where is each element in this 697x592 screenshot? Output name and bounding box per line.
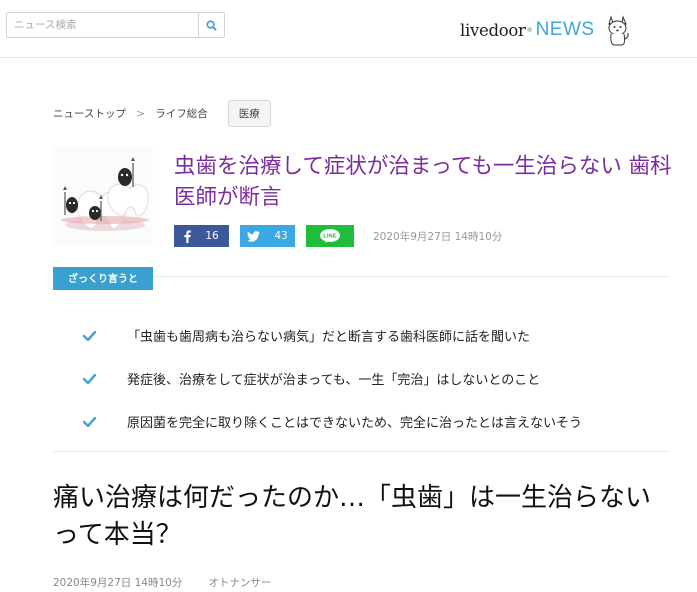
checkmark-icon <box>82 373 97 385</box>
logo-news-text: NEWS <box>535 19 595 40</box>
body-date: 2020年9月27日 14時10分 <box>53 577 183 589</box>
breadcrumb: ニューストップ > ライフ総合 医療 <box>53 99 271 127</box>
logo-livedoor-text: livedoor <box>460 20 526 40</box>
checkmark-icon <box>82 416 97 428</box>
dog-mascot-icon <box>607 15 629 46</box>
summary-point-text: 「虫歯も歯周病も治らない病気」だと断言する歯科医師に話を聞いた <box>127 330 531 345</box>
article-thumbnail[interactable] <box>53 147 153 246</box>
share-buttons: 16 43 LINE <box>174 225 354 247</box>
twitter-bird-icon <box>247 230 261 242</box>
breadcrumb-item-life[interactable]: ライフ総合 <box>155 106 208 121</box>
search-input[interactable] <box>7 13 198 37</box>
logo-registered-mark: ® <box>526 26 533 34</box>
body-heading: 痛い治療は何だったのか…「虫歯」は一生治らないって本当？ <box>53 483 652 550</box>
list-item: 「虫歯も歯周病も治らない病気」だと断言する歯科医師に話を聞いた <box>82 314 582 357</box>
list-item: 原因菌を完全に取り除くことはできないため、完全に治ったとは言えないそう <box>82 400 583 443</box>
list-item: 発症後、治療をして症状が治まっても、一生「完治」はしないとのこと <box>82 357 582 400</box>
breadcrumb-separator: > <box>135 106 146 120</box>
search-icon <box>206 19 217 31</box>
tooth-germs-illustration <box>53 147 153 246</box>
summary-points: 「虫歯も歯周病も治らない病気」だと断言する歯科医師に話を聞いた 発症後、治療をし… <box>82 314 583 443</box>
facebook-share-button[interactable]: 16 <box>174 225 229 247</box>
article-date: 2020年9月27日 14時10分 <box>373 231 503 243</box>
breadcrumb-item-news-top[interactable]: ニューストップ <box>53 106 126 121</box>
summary-label: ざっくり言うと <box>53 267 153 287</box>
line-share-button[interactable]: LINE <box>306 225 354 247</box>
site-header: livedoor ® NEWS <box>0 0 697 58</box>
body-source[interactable]: オトナンサー <box>208 575 271 590</box>
twitter-share-button[interactable]: 43 <box>240 225 295 247</box>
search-button[interactable] <box>198 13 224 37</box>
section-divider <box>53 451 670 452</box>
body-meta: 2020年9月27日 14時10分 オトナンサー <box>53 575 271 590</box>
twitter-share-count: 43 <box>274 230 288 242</box>
summary-label-underline <box>53 287 153 290</box>
checkmark-icon <box>82 330 97 342</box>
summary-point-text: 原因菌を完全に取り除くことはできないため、完全に治ったとは言えないそう <box>127 416 583 431</box>
summary-point-text: 発症後、治療をして症状が治まっても、一生「完治」はしないとのこと <box>127 373 541 388</box>
line-icon: LINE <box>320 229 340 243</box>
line-icon-label: LINE <box>323 234 336 240</box>
category-tag-medical[interactable]: 医療 <box>227 99 271 127</box>
site-logo[interactable]: livedoor ® NEWS <box>460 14 633 46</box>
search-box <box>6 12 225 38</box>
article-title[interactable]: 虫歯を治療して症状が治まっても一生治らない 歯科医師が断言 <box>174 151 674 213</box>
facebook-icon <box>184 229 192 243</box>
facebook-share-count: 16 <box>205 230 219 242</box>
